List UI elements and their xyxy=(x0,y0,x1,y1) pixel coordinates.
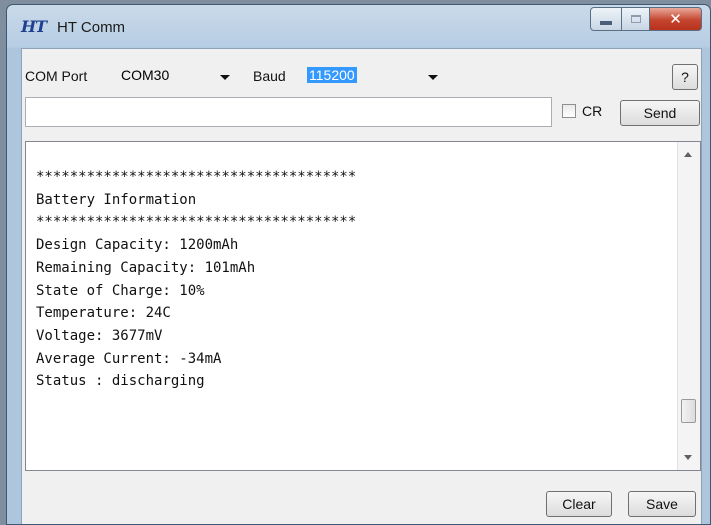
app-logo-icon: HT xyxy=(21,17,47,36)
com-port-label: COM Port xyxy=(25,68,88,84)
vertical-scrollbar[interactable] xyxy=(677,142,700,470)
line: Battery Information xyxy=(36,191,197,208)
client-area: COM Port COM30 Baud 115200 ? CR Send ***… xyxy=(21,48,702,524)
line: ************************************** xyxy=(36,214,357,231)
chevron-down-icon xyxy=(428,75,438,80)
scrollbar-thumb[interactable] xyxy=(681,399,696,423)
terminal-text: ************************************** B… xyxy=(36,166,356,393)
com-port-select[interactable]: COM30 xyxy=(116,64,236,88)
line: Average Current: -34mA xyxy=(36,350,222,367)
minimize-icon xyxy=(600,21,612,25)
window-title: HT Comm xyxy=(57,19,126,36)
maximize-button[interactable] xyxy=(622,7,650,31)
scroll-up-icon[interactable] xyxy=(684,152,692,157)
terminal-output[interactable]: ************************************** B… xyxy=(25,141,701,471)
line: Status : discharging xyxy=(36,373,205,390)
line: ************************************** xyxy=(36,169,357,185)
minimize-button[interactable] xyxy=(590,7,622,31)
title-bar[interactable]: HT HT Comm ✕ xyxy=(7,5,710,47)
help-button[interactable]: ? xyxy=(672,64,698,90)
line: Remaining Capacity: 101mAh xyxy=(36,259,256,276)
app-window: HT HT Comm ✕ COM Port COM30 Baud 115200 … xyxy=(6,4,711,525)
baud-value: 115200 xyxy=(307,67,357,83)
baud-label: Baud xyxy=(253,68,286,84)
baud-select[interactable]: 115200 xyxy=(304,64,444,88)
line: Design Capacity: 1200mAh xyxy=(36,237,239,254)
com-port-value: COM30 xyxy=(121,67,170,83)
chevron-down-icon xyxy=(220,75,230,80)
maximize-icon xyxy=(630,15,641,23)
window-controls: ✕ xyxy=(590,7,702,33)
line: Temperature: 24C xyxy=(36,305,171,322)
save-button[interactable]: Save xyxy=(628,491,696,517)
close-icon: ✕ xyxy=(669,10,682,28)
line: State of Charge: 10% xyxy=(36,282,205,299)
cr-checkbox[interactable] xyxy=(562,104,576,118)
cr-label: CR xyxy=(582,103,603,119)
send-button[interactable]: Send xyxy=(620,100,700,126)
close-button[interactable]: ✕ xyxy=(650,7,702,31)
send-input[interactable] xyxy=(25,97,552,127)
clear-button[interactable]: Clear xyxy=(546,491,612,517)
scroll-down-icon[interactable] xyxy=(684,455,692,460)
line: Voltage: 3677mV xyxy=(36,327,163,344)
